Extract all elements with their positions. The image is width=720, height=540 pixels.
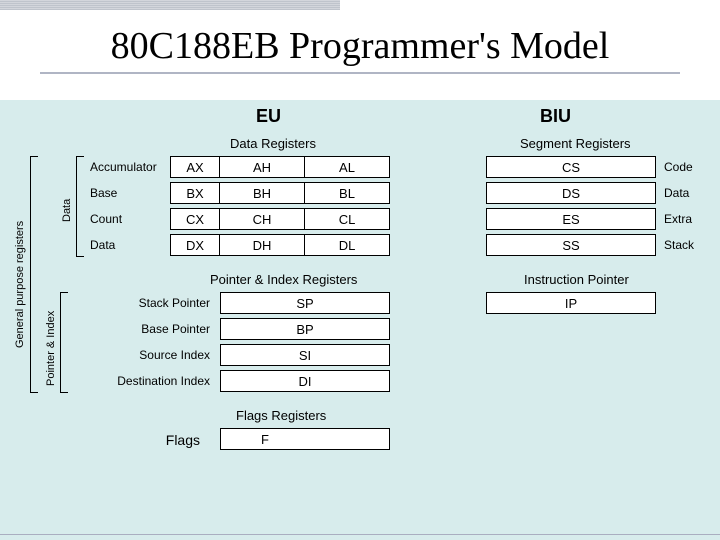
data-registers-title: Data Registers (230, 136, 316, 151)
cell-bx: BX (170, 182, 220, 204)
title-underline (40, 72, 680, 74)
cell-dl: DL (305, 234, 390, 256)
reg-name-cx: Count (90, 212, 122, 226)
cell-ax: AX (170, 156, 220, 178)
bracket-gp (30, 156, 31, 392)
cell-al: AL (305, 156, 390, 178)
ptr-name-di: Destination Index (70, 374, 210, 388)
cell-dh: DH (220, 234, 305, 256)
side-data: Data (61, 188, 73, 222)
cell-cs: CS (486, 156, 656, 178)
footer-line (0, 534, 720, 540)
cell-di: DI (220, 370, 390, 392)
flags-title: Flags Registers (236, 408, 326, 423)
bracket-data (76, 156, 77, 256)
pointer-title: Pointer & Index Registers (210, 272, 357, 287)
eu-header: EU (256, 106, 281, 127)
ptr-name-sp: Stack Pointer (90, 296, 210, 310)
cell-ip: IP (486, 292, 656, 314)
flags-label: Flags (110, 432, 200, 448)
ip-title: Instruction Pointer (524, 272, 629, 287)
cell-ds: DS (486, 182, 656, 204)
segment-registers-title: Segment Registers (520, 136, 631, 151)
cell-sp: SP (220, 292, 390, 314)
seg-name-ss: Stack (664, 238, 694, 252)
cell-si: SI (220, 344, 390, 366)
seg-name-ds: Data (664, 186, 689, 200)
ptr-name-si: Source Index (90, 348, 210, 362)
cell-cx: CX (170, 208, 220, 230)
cell-ch: CH (220, 208, 305, 230)
cell-cl: CL (305, 208, 390, 230)
cell-dx: DX (170, 234, 220, 256)
ptr-name-bp: Base Pointer (90, 322, 210, 336)
cell-ah: AH (220, 156, 305, 178)
cell-bh: BH (220, 182, 305, 204)
top-strip (0, 0, 340, 10)
bracket-pi (60, 292, 61, 392)
side-pi: Pointer & Index (45, 300, 57, 386)
seg-name-cs: Code (664, 160, 693, 174)
biu-header: BIU (540, 106, 571, 127)
cell-bl: BL (305, 182, 390, 204)
cell-f: F (220, 428, 390, 450)
diagram-area: EU BIU Data Registers Segment Registers … (0, 100, 720, 540)
reg-name-ax: Accumulator (90, 160, 157, 174)
cell-ss: SS (486, 234, 656, 256)
reg-name-dx: Data (90, 238, 115, 252)
side-gp: General purpose registers (14, 198, 26, 348)
cell-es: ES (486, 208, 656, 230)
reg-name-bx: Base (90, 186, 117, 200)
cell-bp: BP (220, 318, 390, 340)
page-title: 80C188EB Programmer's Model (0, 24, 720, 68)
seg-name-es: Extra (664, 212, 692, 226)
